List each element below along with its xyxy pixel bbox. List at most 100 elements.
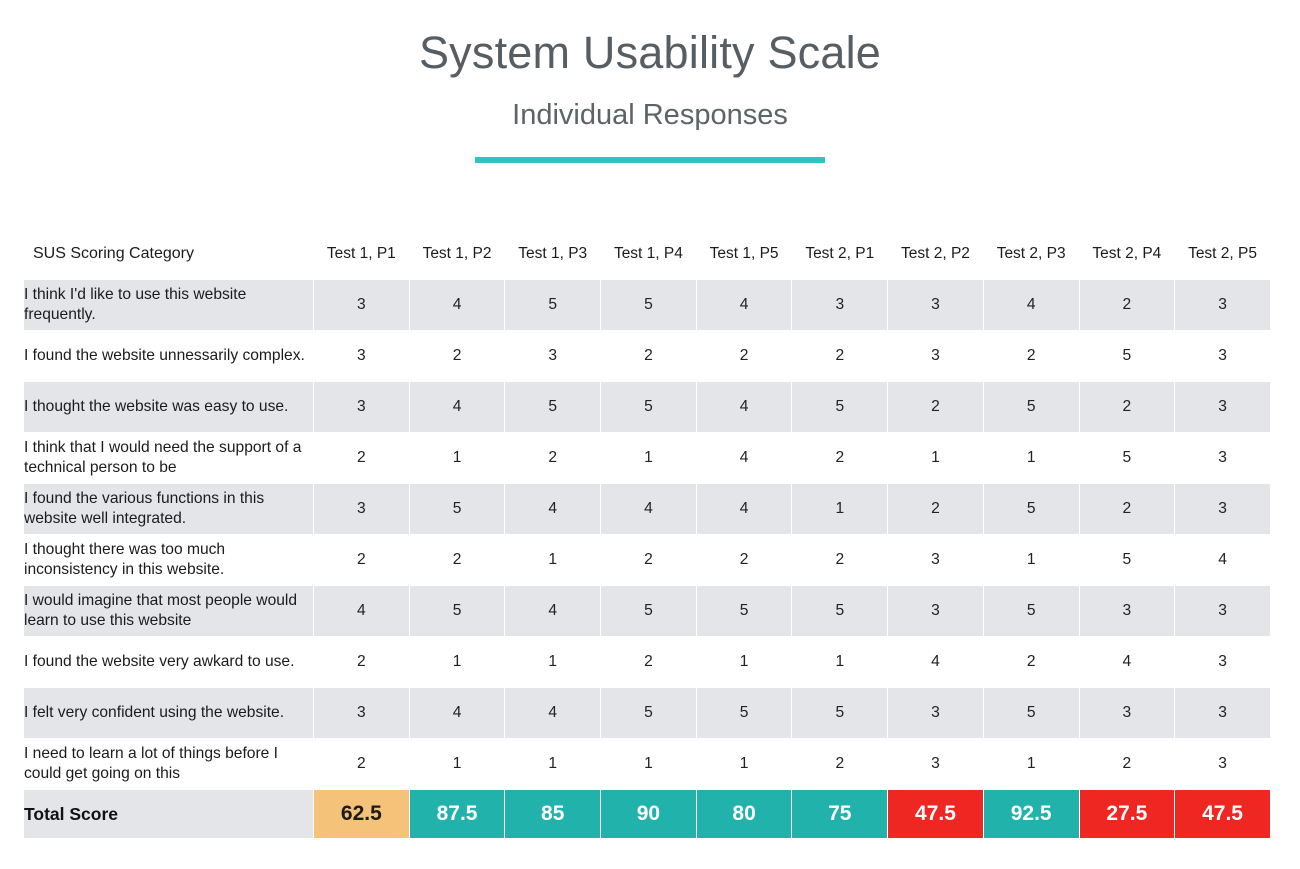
- column-header-category[interactable]: SUS Scoring Category: [23, 227, 314, 280]
- score-cell: 4: [1174, 534, 1271, 586]
- score-cell: 1: [791, 483, 889, 535]
- score-cell: 4: [982, 279, 1080, 331]
- score-cell: 5: [504, 279, 602, 331]
- table-row: I felt very confident using the website.…: [23, 687, 1271, 739]
- column-header-test-2-p2[interactable]: Test 2, P2: [887, 227, 984, 280]
- total-score-cell: 90: [600, 789, 697, 839]
- score-cell: 4: [695, 381, 793, 433]
- score-cell: 3: [887, 330, 984, 382]
- row-label: I found the website unnessarily complex.: [24, 347, 305, 365]
- row-label: I would imagine that most people would l…: [24, 592, 298, 629]
- row-label: I think I'd like to use this website fre…: [24, 286, 247, 323]
- score-cell: 5: [1078, 330, 1176, 382]
- score-cell: 3: [887, 279, 984, 331]
- score-cell: 1: [504, 534, 602, 586]
- score-cell: 3: [1174, 636, 1271, 688]
- score-cell: 1: [982, 432, 1080, 484]
- score-cell: 2: [695, 534, 793, 586]
- score-cell: 3: [313, 330, 410, 382]
- score-cell: 5: [982, 381, 1080, 433]
- row-label-cell: I think I'd like to use this website fre…: [23, 279, 314, 331]
- score-cell: 2: [791, 432, 889, 484]
- score-cell: 2: [695, 330, 793, 382]
- column-header-test-2-p4[interactable]: Test 2, P4: [1078, 227, 1176, 280]
- score-cell: 5: [600, 381, 697, 433]
- score-cell: 4: [695, 432, 793, 484]
- score-cell: 3: [1174, 330, 1271, 382]
- score-cell: 1: [408, 738, 506, 790]
- score-cell: 5: [408, 483, 506, 535]
- sus-table-container: SUS Scoring Category Test 1, P1 Test 1, P2…: [23, 227, 1271, 839]
- score-cell: 2: [887, 483, 984, 535]
- row-label-cell: I found the various functions in this we…: [23, 483, 314, 535]
- row-label-cell: I found the website very awkard to use.: [23, 636, 314, 688]
- row-label: I found the various functions in this we…: [24, 490, 265, 527]
- score-cell: 1: [695, 636, 793, 688]
- score-cell: 4: [695, 483, 793, 535]
- score-cell: 1: [504, 636, 602, 688]
- score-cell: 2: [1078, 381, 1176, 433]
- row-label-cell: I felt very confident using the website.: [23, 687, 314, 739]
- column-header-test-1-p1[interactable]: Test 1, P1: [313, 227, 410, 280]
- column-header-test-2-p3[interactable]: Test 2, P3: [982, 227, 1080, 280]
- table-row: I found the website unnessarily complex.…: [23, 330, 1271, 382]
- row-label-cell: I think that I would need the support of…: [23, 432, 314, 484]
- column-header-test-1-p3[interactable]: Test 1, P3: [504, 227, 602, 280]
- total-score-cell: 62.5: [313, 789, 410, 839]
- row-label-cell: I thought the website was easy to use.: [23, 381, 314, 433]
- score-cell: 2: [600, 636, 697, 688]
- score-cell: 1: [887, 432, 984, 484]
- table-row: I think that I would need the support of…: [23, 432, 1271, 484]
- score-cell: 5: [504, 381, 602, 433]
- score-cell: 1: [408, 636, 506, 688]
- score-cell: 3: [1174, 381, 1271, 433]
- sus-report-page: System Usability Scale Individual Respon…: [0, 0, 1300, 869]
- score-cell: 5: [600, 585, 697, 637]
- score-cell: 1: [791, 636, 889, 688]
- score-cell: 3: [887, 738, 984, 790]
- column-header-test-2-p1[interactable]: Test 2, P1: [791, 227, 889, 280]
- page-subtitle: Individual Responses: [512, 98, 788, 131]
- score-cell: 1: [982, 738, 1080, 790]
- score-cell: 2: [313, 738, 410, 790]
- column-header-test-1-p2[interactable]: Test 1, P2: [408, 227, 506, 280]
- score-cell: 4: [600, 483, 697, 535]
- row-label-cell: I need to learn a lot of things before I…: [23, 738, 314, 790]
- sus-scores-table: SUS Scoring Category Test 1, P1 Test 1, P2…: [23, 227, 1271, 839]
- column-header-test-1-p4[interactable]: Test 1, P4: [600, 227, 697, 280]
- score-cell: 2: [1078, 279, 1176, 331]
- total-score-cell: 85: [504, 789, 602, 839]
- score-cell: 3: [1174, 279, 1271, 331]
- table-row: I found the website very awkard to use. 2…: [23, 636, 1271, 688]
- table-row: I need to learn a lot of things before I…: [23, 738, 1271, 790]
- column-header-test-1-p5[interactable]: Test 1, P5: [695, 227, 793, 280]
- score-cell: 5: [695, 585, 793, 637]
- row-label-cell: I thought there was too much inconsisten…: [23, 534, 314, 586]
- score-cell: 1: [600, 738, 697, 790]
- table-row: I thought there was too much inconsisten…: [23, 534, 1271, 586]
- score-cell: 4: [504, 687, 602, 739]
- score-cell: 5: [791, 381, 889, 433]
- score-cell: 2: [887, 381, 984, 433]
- score-cell: 2: [982, 330, 1080, 382]
- row-label-cell: I found the website unnessarily complex.: [23, 330, 314, 382]
- score-cell: 4: [504, 483, 602, 535]
- score-cell: 4: [313, 585, 410, 637]
- total-score-cell: 92.5: [982, 789, 1080, 839]
- score-cell: 3: [1078, 585, 1176, 637]
- score-cell: 3: [1174, 738, 1271, 790]
- score-cell: 5: [1078, 534, 1176, 586]
- score-cell: 1: [504, 738, 602, 790]
- score-cell: 3: [791, 279, 889, 331]
- table-header-row: SUS Scoring Category Test 1, P1 Test 1, P2…: [23, 227, 1271, 280]
- score-cell: 2: [600, 330, 697, 382]
- score-cell: 2: [504, 432, 602, 484]
- score-cell: 2: [1078, 483, 1176, 535]
- score-cell: 3: [1078, 687, 1176, 739]
- column-header-test-2-p5[interactable]: Test 2, P5: [1174, 227, 1271, 280]
- row-label: I think that I would need the support of…: [24, 439, 302, 476]
- score-cell: 2: [1078, 738, 1176, 790]
- total-score-cell: 27.5: [1078, 789, 1176, 839]
- score-cell: 2: [791, 738, 889, 790]
- table-row: I would imagine that most people would l…: [23, 585, 1271, 637]
